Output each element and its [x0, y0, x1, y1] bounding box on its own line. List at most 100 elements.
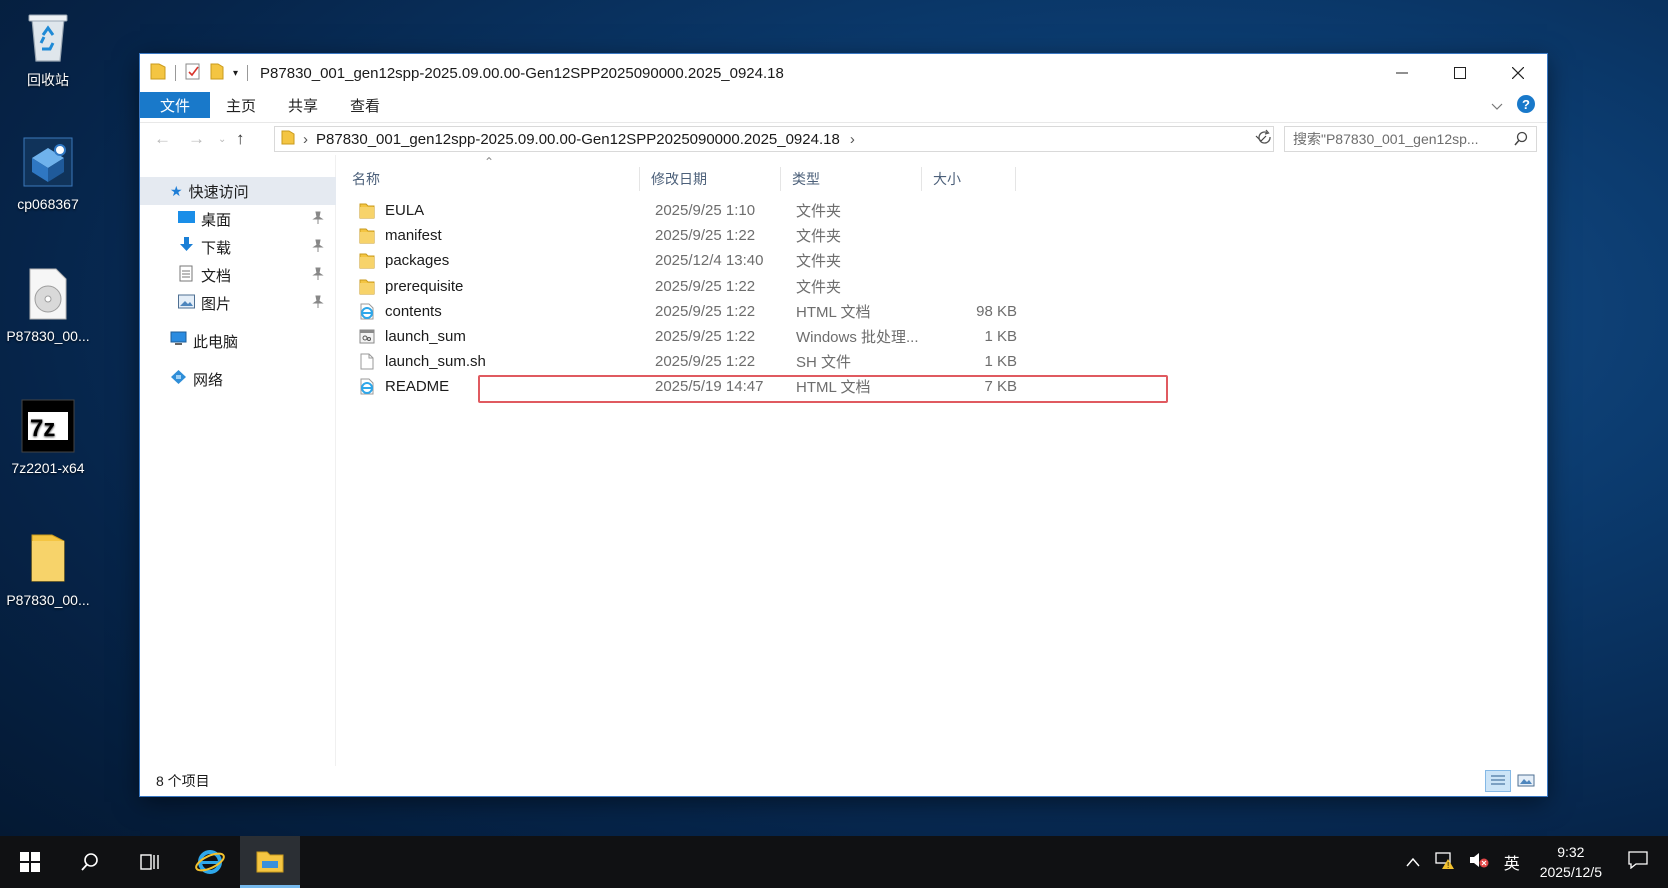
- task-view-button[interactable]: [120, 836, 180, 888]
- file-explorer-icon: [256, 851, 284, 872]
- sidebar-item-this-pc[interactable]: 此电脑: [140, 327, 336, 355]
- file-row[interactable]: contents 2025/9/25 1:22 HTML 文档 98 KB: [347, 299, 1037, 324]
- refresh-icon[interactable]: [1257, 129, 1273, 151]
- details-view-icon[interactable]: [1485, 770, 1511, 792]
- column-header-name[interactable]: 名称: [341, 167, 640, 191]
- start-button[interactable]: [0, 836, 60, 888]
- show-hidden-icons-chevron-icon[interactable]: [1398, 854, 1428, 871]
- file-explorer-button[interactable]: [240, 836, 300, 888]
- recent-locations-icon[interactable]: ⌄: [218, 134, 226, 145]
- network-warning-icon[interactable]: !: [1428, 850, 1462, 874]
- navigation-bar: ← → ⌄ ↑ › P87830_001_gen12spp-2025.09.00…: [140, 122, 1547, 154]
- address-bar[interactable]: › P87830_001_gen12spp-2025.09.00.00-Gen1…: [274, 126, 1274, 152]
- forward-arrow-icon[interactable]: →: [188, 129, 205, 149]
- back-arrow-icon[interactable]: ←: [154, 129, 171, 149]
- highlight-box: [478, 375, 1168, 403]
- item-count: 8 个项目: [156, 773, 210, 789]
- file-modified: 2025/9/25 1:22: [655, 302, 756, 320]
- sidebar-item-label: 网络: [193, 371, 224, 389]
- help-icon[interactable]: ?: [1517, 95, 1535, 117]
- search-button[interactable]: [60, 836, 120, 888]
- sidebar-item-label: 文档: [201, 267, 232, 285]
- taskbar: ! 英 9:32 2025/12/5: [0, 836, 1668, 888]
- properties-icon[interactable]: [185, 62, 201, 84]
- file-size: 1 KB: [984, 353, 1017, 371]
- column-header-modified[interactable]: 修改日期: [640, 167, 781, 191]
- tab-file[interactable]: 文件: [140, 92, 210, 118]
- customize-dropdown-icon[interactable]: ▾: [233, 68, 238, 79]
- breadcrumb[interactable]: P87830_001_gen12spp-2025.09.00.00-Gen12S…: [316, 131, 840, 148]
- file-modified: 2025/9/25 1:22: [655, 227, 756, 245]
- column-header-type[interactable]: 类型: [781, 167, 922, 191]
- file-name: prerequisite: [385, 277, 464, 295]
- file-size: 1 KB: [984, 328, 1017, 345]
- breadcrumb-chevron-icon[interactable]: ›: [850, 131, 855, 148]
- file-row[interactable]: launch_sum.sh 2025/9/25 1:22 SH 文件 1 KB: [347, 349, 1037, 374]
- input-language-indicator[interactable]: 英: [1496, 850, 1528, 874]
- navigation-pane: ★ 快速访问 桌面 下载 文档 图片 此电脑 网络: [140, 155, 336, 766]
- pin-icon[interactable]: [312, 211, 324, 229]
- volume-muted-icon[interactable]: [1462, 850, 1496, 874]
- sidebar-item-label: 此电脑: [193, 333, 239, 351]
- tab-view[interactable]: 查看: [334, 92, 396, 118]
- file-row[interactable]: prerequisite 2025/9/25 1:22 文件夹: [347, 274, 1037, 299]
- clock[interactable]: 9:32 2025/12/5: [1528, 842, 1614, 882]
- expand-ribbon-icon[interactable]: [1491, 98, 1503, 115]
- svg-text:7z: 7z: [30, 415, 55, 442]
- desktop-icon-cp068367[interactable]: cp068367: [0, 134, 96, 212]
- sidebar-item-documents[interactable]: 文档: [140, 261, 336, 289]
- tab-home[interactable]: 主页: [210, 92, 272, 118]
- up-arrow-icon[interactable]: ↑: [236, 129, 245, 149]
- sidebar-item-network[interactable]: 网络: [140, 365, 336, 393]
- pin-icon[interactable]: [312, 295, 324, 313]
- sidebar-item-quick-access[interactable]: ★ 快速访问: [140, 177, 336, 205]
- star-icon: ★: [170, 182, 183, 199]
- svg-text:?: ?: [1522, 97, 1530, 112]
- blank-file-icon: [359, 353, 375, 370]
- sidebar-item-desktop[interactable]: 桌面: [140, 205, 336, 233]
- tab-share[interactable]: 共享: [272, 92, 334, 118]
- search-icon[interactable]: [1514, 131, 1528, 150]
- desktop-icon-folder[interactable]: P87830_00...: [0, 530, 96, 608]
- title-bar: ▾ P87830_001_gen12spp-2025.09.00.00-Gen1…: [140, 54, 1547, 92]
- ribbon-tabs: 文件 主页 共享 查看 ?: [140, 92, 1547, 118]
- search-icon: [81, 853, 98, 871]
- maximize-button[interactable]: [1431, 54, 1489, 92]
- task-view-icon: [140, 854, 159, 870]
- sidebar-item-pictures[interactable]: 图片: [140, 289, 336, 317]
- column-header-size[interactable]: 大小: [922, 167, 1016, 191]
- file-modified: 2025/12/4 13:40: [655, 252, 764, 270]
- file-row[interactable]: manifest 2025/9/25 1:22 文件夹: [347, 223, 1037, 248]
- file-modified: 2025/9/25 1:10: [655, 202, 756, 219]
- desktop-icon-label: cp068367: [17, 196, 79, 212]
- file-row[interactable]: packages 2025/12/4 13:40 文件夹: [347, 248, 1037, 273]
- file-row[interactable]: EULA 2025/9/25 1:10 文件夹: [347, 198, 1037, 223]
- file-type: 文件夹: [796, 203, 842, 220]
- breadcrumb-chevron-icon[interactable]: ›: [303, 131, 308, 148]
- desktop-icon-iso[interactable]: P87830_00...: [0, 266, 96, 344]
- file-type: 文件夹: [796, 228, 842, 246]
- file-size: [937, 274, 1017, 299]
- windows-logo-icon: [20, 852, 40, 872]
- pin-icon[interactable]: [312, 267, 324, 285]
- large-icons-view-icon[interactable]: [1515, 770, 1537, 792]
- desktop-icon-recycle-bin[interactable]: 回收站: [0, 8, 96, 90]
- file-type: Windows 批处理...: [796, 329, 919, 346]
- network-icon: [170, 369, 187, 389]
- desktop-icon-7zip[interactable]: 7z 7z2201-x64: [0, 398, 96, 476]
- file-name: launch_sum: [385, 328, 466, 345]
- sidebar-item-downloads[interactable]: 下载: [140, 233, 336, 261]
- view-toggle: [1485, 770, 1537, 792]
- minimize-button[interactable]: [1373, 54, 1431, 92]
- internet-explorer-button[interactable]: [180, 836, 240, 888]
- search-input[interactable]: 搜索"P87830_001_gen12sp...: [1284, 126, 1537, 152]
- new-folder-icon[interactable]: [210, 62, 224, 84]
- pin-icon[interactable]: [312, 239, 324, 257]
- html-doc-icon: [359, 378, 375, 395]
- close-button[interactable]: [1489, 54, 1547, 92]
- action-center-icon[interactable]: [1614, 851, 1668, 873]
- file-row[interactable]: launch_sum 2025/9/25 1:22 Windows 批处理... 1 …: [347, 324, 1037, 349]
- pictures-icon: [178, 294, 195, 313]
- desktop-icon: [178, 210, 195, 228]
- file-list: ⌃ 名称 修改日期 类型 大小 EULA 2025/9/25 1:10 文件夹 man…: [337, 155, 1547, 766]
